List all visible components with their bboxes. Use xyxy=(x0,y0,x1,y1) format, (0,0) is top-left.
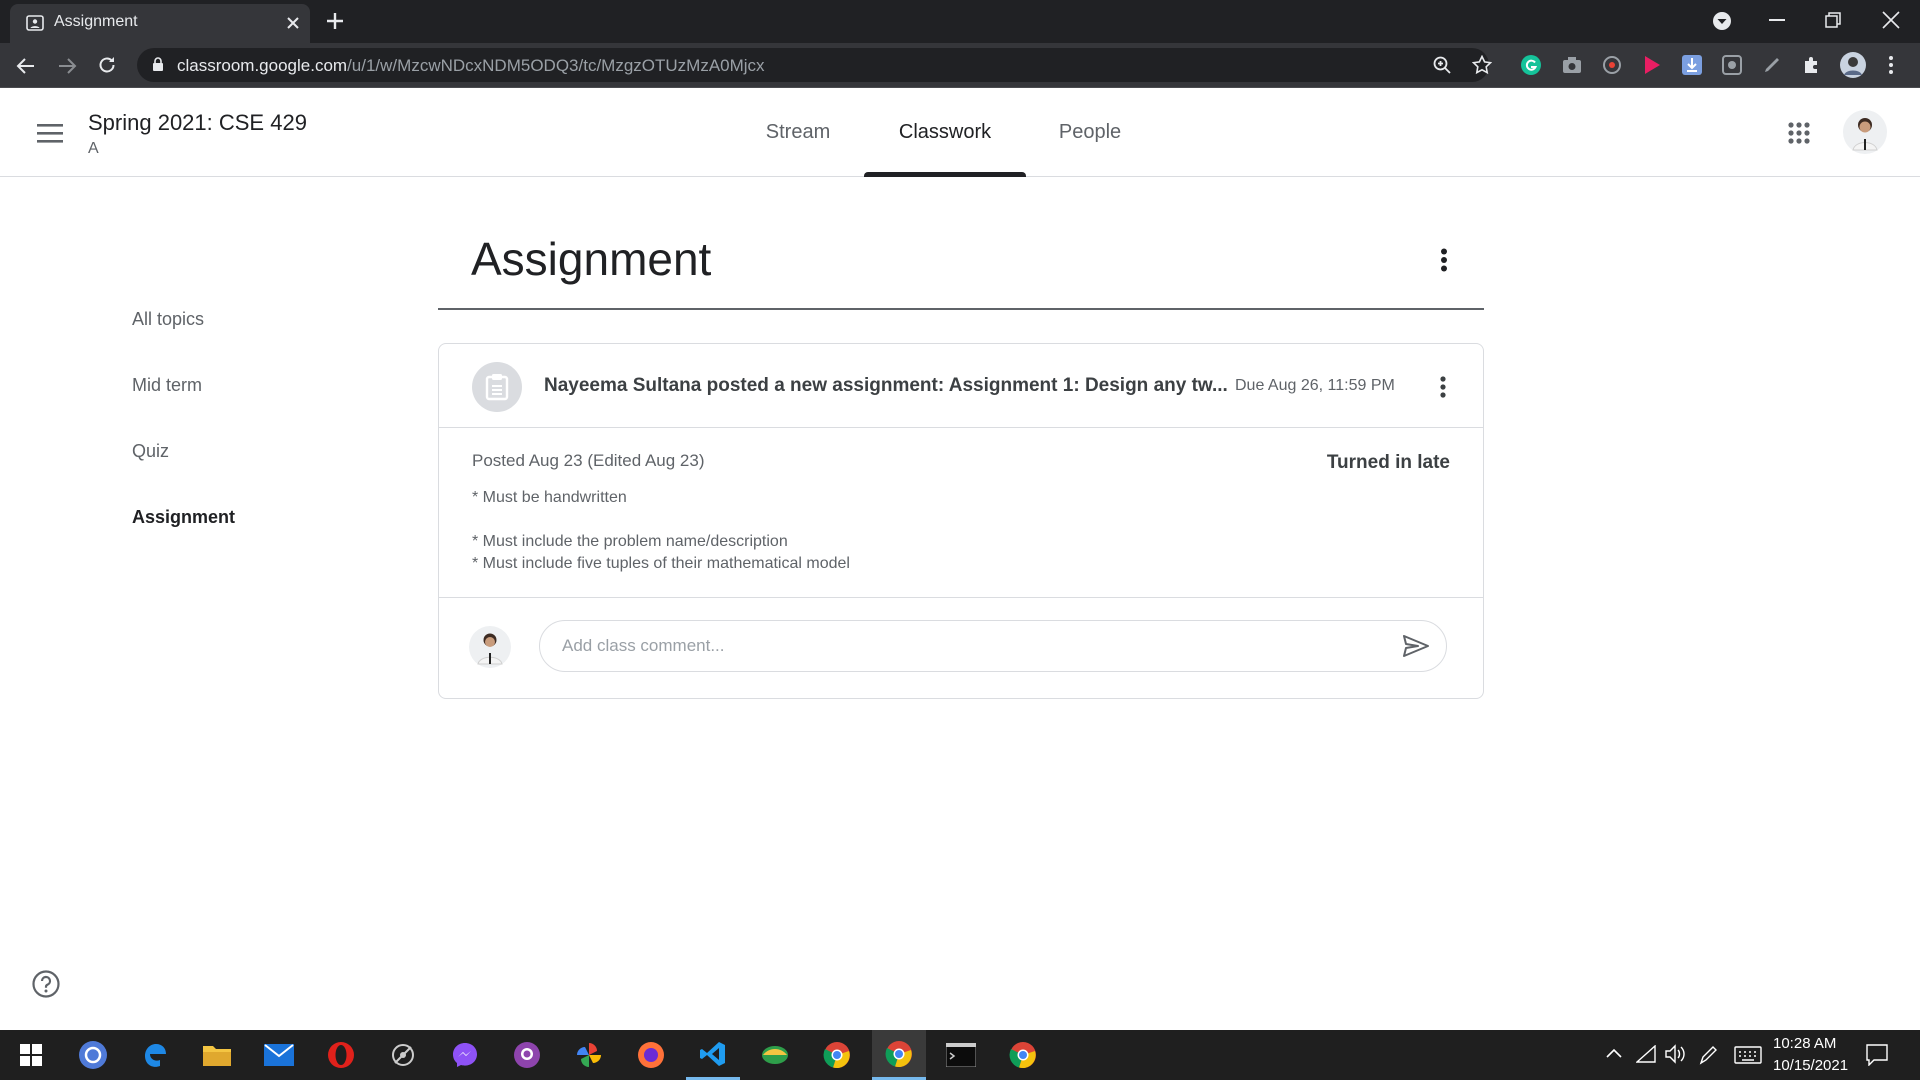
close-window-icon[interactable] xyxy=(1882,11,1900,29)
assignment-card: Nayeema Sultana posted a new assignment:… xyxy=(438,343,1484,699)
assignment-more-options-icon[interactable] xyxy=(1439,376,1447,398)
touch-keyboard-icon[interactable] xyxy=(1734,1046,1762,1064)
clock-date[interactable]: 10/15/2021 xyxy=(1773,1057,1848,1074)
turned-in-late-status: Turned in late xyxy=(1326,452,1450,473)
new-tab-icon[interactable] xyxy=(326,12,344,30)
section-divider xyxy=(438,308,1484,310)
topic-mid-term[interactable]: Mid term xyxy=(132,375,202,396)
browser-toolbar: classroom.google.com/u/1/w/MzcwNDcxNDM5O… xyxy=(0,43,1920,88)
forward-arrow-icon[interactable] xyxy=(57,56,77,76)
send-icon[interactable] xyxy=(1402,634,1430,658)
messenger-app-icon[interactable] xyxy=(438,1030,492,1080)
browser-menu-icon[interactable] xyxy=(1889,56,1893,74)
reload-icon[interactable] xyxy=(97,55,117,75)
profile-avatar-icon[interactable] xyxy=(1840,52,1866,78)
lock-icon[interactable] xyxy=(152,57,164,72)
tab-stream-label: Stream xyxy=(765,121,831,143)
card-header-divider xyxy=(439,427,1483,428)
download-extension-icon[interactable] xyxy=(1682,55,1702,75)
chrome-browser-icon[interactable] xyxy=(810,1030,864,1080)
url-path: /u/1/w/MzcwNDcxNDM5ODQ3/tc/MzgzOTUzMzA0M… xyxy=(347,56,765,75)
pinwheel-app-icon[interactable] xyxy=(562,1030,616,1080)
grammarly-extension-icon[interactable] xyxy=(1521,55,1541,75)
tab-search-icon[interactable] xyxy=(1712,11,1732,31)
bookmark-star-icon[interactable] xyxy=(1472,55,1492,75)
class-comment-input[interactable]: Add class comment... xyxy=(539,620,1447,672)
play-extension-icon[interactable] xyxy=(1643,55,1661,75)
back-arrow-icon[interactable] xyxy=(16,56,36,76)
show-hidden-icons-chevron-icon[interactable] xyxy=(1606,1048,1622,1058)
topic-quiz[interactable]: Quiz xyxy=(132,441,169,462)
file-explorer-icon[interactable] xyxy=(190,1030,244,1080)
instruction-line: * Must be handwritten xyxy=(472,489,627,506)
camera-extension-icon[interactable] xyxy=(1562,56,1582,74)
classroom-favicon-icon xyxy=(26,15,44,31)
class-section: A xyxy=(88,140,99,157)
github-desktop-icon[interactable] xyxy=(500,1030,554,1080)
topic-assignment[interactable]: Assignment xyxy=(132,507,235,528)
assignment-headline[interactable]: Nayeema Sultana posted a new assignment:… xyxy=(544,375,1228,397)
close-tab-icon[interactable] xyxy=(286,16,300,30)
notifications-icon[interactable] xyxy=(1866,1044,1888,1066)
globe-app-icon[interactable] xyxy=(748,1030,802,1080)
section-more-options-icon[interactable] xyxy=(1440,248,1448,272)
browser-tab-title: Assignment xyxy=(54,13,138,30)
minimize-window-icon[interactable] xyxy=(1769,19,1785,21)
tab-classwork-label: Classwork xyxy=(898,121,992,143)
network-icon[interactable] xyxy=(1636,1045,1656,1063)
tab-people-label: People xyxy=(1058,121,1122,143)
chrome-profile-active-icon[interactable] xyxy=(872,1030,926,1080)
account-avatar[interactable] xyxy=(1843,110,1887,154)
volume-icon[interactable] xyxy=(1664,1044,1686,1064)
clock-time[interactable]: 10:28 AM xyxy=(1773,1035,1836,1052)
extensions-puzzle-icon[interactable] xyxy=(1802,55,1822,75)
url-text: classroom.google.com/u/1/w/MzcwNDcxNDM5O… xyxy=(177,56,765,76)
extension-icon-6[interactable] xyxy=(1722,55,1742,75)
help-icon[interactable] xyxy=(32,970,60,998)
assignment-posted-date: Posted Aug 23 (Edited Aug 23) xyxy=(472,451,705,470)
class-name[interactable]: Spring 2021: CSE 429 xyxy=(88,110,307,136)
class-header: Spring 2021: CSE 429 A Stream Classwork … xyxy=(0,88,1920,177)
pen-workspace-icon[interactable] xyxy=(1698,1044,1718,1066)
browser-tab-strip: Assignment xyxy=(0,0,1920,43)
zoom-icon[interactable] xyxy=(1433,56,1451,74)
card-comment-divider xyxy=(439,597,1483,598)
restore-window-icon[interactable] xyxy=(1825,12,1841,28)
chrome-profile-2-icon[interactable] xyxy=(996,1030,1050,1080)
hamburger-menu-icon[interactable] xyxy=(37,123,63,143)
tab-classwork[interactable]: Classwork xyxy=(864,88,1026,177)
vscode-app-icon[interactable] xyxy=(686,1030,740,1080)
windows-start-icon[interactable] xyxy=(4,1030,58,1080)
windows-taskbar: 10:28 AM 10/15/2021 xyxy=(0,1030,1920,1080)
browser-tab[interactable]: Assignment xyxy=(10,4,310,43)
assignment-due-date: Due Aug 26, 11:59 PM xyxy=(1235,377,1395,394)
assignment-icon xyxy=(472,362,522,412)
pen-extension-icon[interactable] xyxy=(1762,55,1782,75)
tab-stream[interactable]: Stream xyxy=(750,88,846,177)
edge-browser-icon[interactable] xyxy=(128,1030,182,1080)
quickbooks-app-icon[interactable] xyxy=(66,1030,120,1080)
instruction-line: * Must include five tuples of their math… xyxy=(472,555,850,572)
terminal-app-icon[interactable] xyxy=(934,1030,988,1080)
url-domain: classroom.google.com xyxy=(177,56,348,75)
opera-browser-icon[interactable] xyxy=(314,1030,368,1080)
class-comment-placeholder: Add class comment... xyxy=(562,636,725,655)
satellite-app-icon[interactable] xyxy=(376,1030,430,1080)
commenter-avatar xyxy=(469,626,511,668)
section-title: Assignment xyxy=(471,233,712,285)
mail-app-icon[interactable] xyxy=(252,1030,306,1080)
firefox-browser-icon[interactable] xyxy=(624,1030,678,1080)
tab-people[interactable]: People xyxy=(1044,88,1136,177)
google-apps-grid-icon[interactable] xyxy=(1788,122,1810,144)
topic-all-topics[interactable]: All topics xyxy=(132,309,204,330)
instruction-line: * Must include the problem name/descript… xyxy=(472,533,788,550)
extension-icon-3[interactable] xyxy=(1602,55,1622,75)
address-bar[interactable]: classroom.google.com/u/1/w/MzcwNDcxNDM5O… xyxy=(137,48,1489,82)
